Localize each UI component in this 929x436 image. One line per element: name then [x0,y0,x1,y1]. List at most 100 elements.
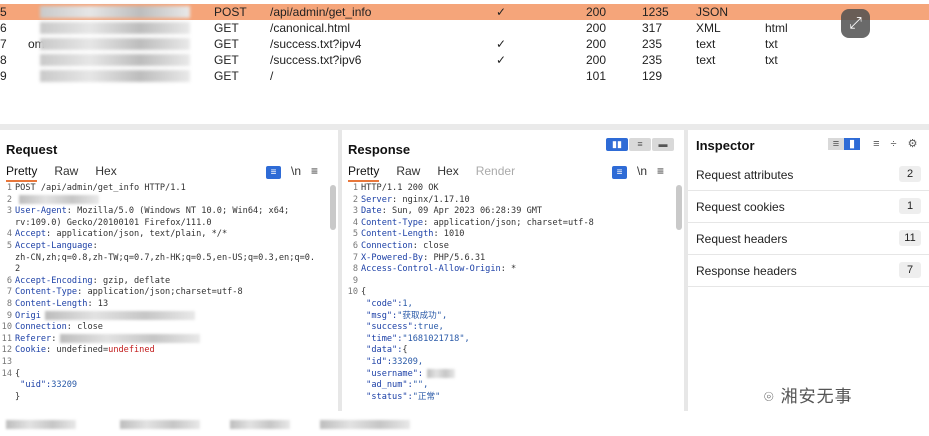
code-line: 2 Server: nginx/1.17.10 [346,195,594,207]
length-cell: 1235 [642,5,669,19]
table-row[interactable]: 6 GET/canonical.html 200 317 XML html [0,20,929,36]
count-badge: 2 [899,166,921,182]
inspector-section-label: Response headers [696,264,797,278]
code-line: 4 Content-Type: application/json; charset… [346,218,594,230]
tab-pretty[interactable]: Pretty [348,164,380,182]
tab-pretty[interactable]: Pretty [6,164,38,182]
panel-view-icon[interactable]: ▮ [844,138,860,150]
tab-hex[interactable]: Hex [95,164,116,178]
method-cell: GET [214,21,239,35]
code-line: rv:109.0) Gecko/20100101 Firefox/111.0 [0,218,315,230]
row-number: 8 [0,53,7,67]
method-cell: GET [214,53,239,67]
table-row[interactable]: 8 GET/success.txt?ipv6 ✓ 200 235 text txt [0,52,929,68]
mime-cell: text [696,53,716,67]
method-cell: POST [214,5,247,19]
code-token: "ad_num": [361,380,413,391]
host-cell: om [28,37,200,51]
extension-cell: txt [765,53,778,67]
edited-check-cell: ✓ [496,53,507,67]
line-number: 12 [1,345,12,356]
format-icon[interactable]: ≡ [266,166,281,179]
inspector-section[interactable]: Response headers 7 [688,255,929,287]
tab-raw[interactable]: Raw [54,164,78,178]
code-token: Date [361,206,382,217]
line-number: 8 [6,298,12,309]
response-scrollbar[interactable] [676,185,682,230]
code-line: 10{ [346,287,594,299]
response-toolbar: ≡ \n ≡ [612,164,664,179]
count-badge: 11 [899,230,921,246]
single-pane-layout-icon[interactable]: ▬ [652,138,674,151]
code-token: : undefined= [46,345,109,356]
code-line: 10 Connection: close [0,322,315,334]
code-line: 8 Content-Length: 13 [0,299,315,311]
code-token: "time": [361,333,403,344]
code-token: Connection [361,240,413,251]
line-number: 3 [352,206,358,217]
inspector-section[interactable]: Request headers 11 [688,223,929,255]
redacted-value [427,368,456,378]
mime-cell: XML [696,21,721,35]
tab-hex[interactable]: Hex [437,164,458,178]
newline-toggle-icon[interactable]: \n [291,164,301,178]
align-icon[interactable]: ≡ [873,138,879,150]
code-token: rv:109.0) Gecko/20100101 Firefox/111.0 [15,217,212,228]
code-line: 2 [0,194,315,207]
stacked-layout-icon[interactable]: ≡ [629,138,651,151]
code-token: true, [417,322,444,333]
row-number: 5 [0,5,7,19]
inspector-section[interactable]: Request attributes 2 [688,159,929,191]
code-line: 14{ [0,369,315,381]
row-number: 6 [0,21,7,35]
request-editor[interactable]: 1 POST /api/admin/get_info HTTP/1.1 2 3 User… [0,183,315,403]
table-row[interactable]: om 7 GET/success.txt?ipv4 ✓ 200 235 text txt [0,36,929,52]
layout-switcher: ▮▮ ≡ ▬ [606,134,675,152]
line-number: 3 [6,206,12,217]
extension-cell: txt [765,37,778,51]
tab-render[interactable]: Render [476,164,515,178]
inspector-section[interactable]: Request cookies 1 [688,191,929,223]
code-line: "uid":33209 [0,380,315,392]
line-number: 4 [352,217,358,228]
code-token: "msg": [361,310,398,321]
code-token: "success": [361,322,418,333]
code-token: Content-Type [361,217,424,228]
status-cell: 200 [586,53,607,67]
status-cell: 101 [586,69,607,83]
collapse-icon[interactable]: ÷ [891,138,897,150]
newline-toggle-icon[interactable]: \n [637,164,647,178]
side-by-side-layout-icon[interactable]: ▮▮ [606,138,628,151]
code-token: : application/json; charset=utf-8 [423,217,594,228]
code-line: 2 [0,264,315,276]
table-row[interactable]: 5 POST/api/admin/get_info ✓ 200 1235 JSON [0,4,929,20]
tab-raw[interactable]: Raw [396,164,420,178]
code-token: } [15,391,21,402]
list-view-icon[interactable]: ≡ [828,138,844,150]
menu-icon[interactable]: ≡ [311,164,318,178]
bottom-strip [0,411,929,436]
length-cell: 129 [642,69,663,83]
status-cell: 200 [586,21,607,35]
wechat-icon: ⌾ [764,387,775,406]
extension-cell: html [765,21,788,35]
menu-icon[interactable]: ≡ [657,164,664,178]
row-number: 7 [0,37,7,51]
code-token: 33209 [51,380,78,391]
format-icon[interactable]: ≡ [612,166,627,179]
count-badge: 7 [899,262,921,278]
code-token: "data": [361,345,403,356]
inspector-title: Inspector [696,138,755,153]
code-token: : 1010 [433,229,465,240]
response-editor[interactable]: 1 HTTP/1.1 200 OK 2 Server: nginx/1.17.10 3 D… [346,183,594,403]
line-number: 6 [6,275,12,286]
method-cell: GET [214,69,239,83]
table-row[interactable]: 9 GET / 101 129 [0,68,929,84]
request-scrollbar[interactable] [330,185,336,230]
code-token: "获取成功", [397,310,448,321]
mime-cell: text [696,37,716,51]
expand-icon[interactable]: ⤢ [841,9,870,38]
settings-icon[interactable]: ⚙ [908,137,918,150]
watermark: ⌾ 湘安无事 [764,382,853,407]
code-token: HTTP/1.1 200 OK [361,183,439,193]
